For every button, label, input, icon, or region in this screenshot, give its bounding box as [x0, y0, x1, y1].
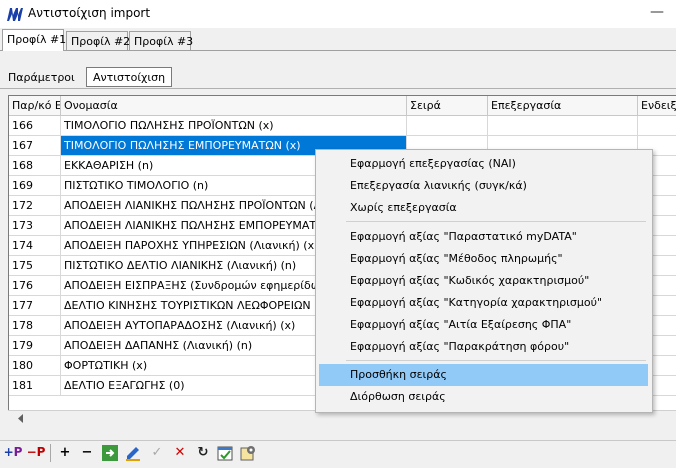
- menu-item-edit-series[interactable]: Διόρθωση σειράς: [319, 386, 648, 408]
- close-icon[interactable]: —: [650, 4, 664, 20]
- column-header-name[interactable]: Ονομασία: [61, 96, 407, 116]
- inner-tab-border: [0, 88, 676, 89]
- menu-item-no-processing[interactable]: Χωρίς επεξεργασία: [319, 197, 648, 219]
- cell-code[interactable]: 177: [9, 296, 61, 316]
- cell-code[interactable]: 176: [9, 276, 61, 296]
- cancel-icon[interactable]: ✕: [170, 443, 190, 463]
- table-row[interactable]: 166 ΤΙΜΟΛΟΓΙΟ ΠΩΛΗΣΗΣ ΠΡΟΪΟΝΤΩΝ (x): [9, 116, 676, 136]
- tab-strip-border: [0, 50, 676, 51]
- tab-profile-2[interactable]: Προφίλ #2: [66, 31, 130, 50]
- tab-parameters[interactable]: Παράμετροι: [8, 71, 75, 84]
- cell-code[interactable]: 166: [9, 116, 61, 136]
- menu-item-apply-classification-code[interactable]: Εφαρμογή αξίας "Κωδικός χαρακτηρισμού": [319, 270, 648, 292]
- cell-code[interactable]: 180: [9, 356, 61, 376]
- column-header-series[interactable]: Σειρά: [407, 96, 488, 116]
- cell-code[interactable]: 178: [9, 316, 61, 336]
- tab-mapping[interactable]: Αντιστοίχιση: [86, 67, 173, 87]
- remove-profile-icon[interactable]: −P: [25, 443, 47, 463]
- menu-item-apply-classification-category[interactable]: Εφαρμογή αξίας "Κατηγορία χαρακτηρισμού": [319, 292, 648, 314]
- cell-code[interactable]: 179: [9, 336, 61, 356]
- cell-code[interactable]: 174: [9, 236, 61, 256]
- remove-icon[interactable]: −: [77, 443, 97, 463]
- cell-code[interactable]: 172: [9, 196, 61, 216]
- cell-code[interactable]: 169: [9, 176, 61, 196]
- edit-icon[interactable]: [124, 444, 142, 462]
- refresh-icon[interactable]: ↻: [193, 443, 213, 463]
- column-header-processing[interactable]: Επεξεργασία: [488, 96, 638, 116]
- import-icon[interactable]: [101, 444, 119, 462]
- confirm-icon[interactable]: ✓: [147, 443, 167, 463]
- tab-profile-1[interactable]: Προφίλ #1: [2, 29, 66, 51]
- column-header-indication[interactable]: Ενδειξη: [638, 96, 676, 116]
- app-logo-icon: [7, 8, 23, 21]
- window-title: Αντιστοίχιση import: [28, 6, 151, 20]
- toolbar-separator: [50, 444, 51, 462]
- add-icon[interactable]: +: [55, 443, 75, 463]
- menu-item-retail-processing[interactable]: Επεξεργασία λιανικής (συγκ/κά): [319, 175, 648, 197]
- scroll-left-icon[interactable]: [12, 411, 29, 426]
- tab-profile-3[interactable]: Προφίλ #3: [129, 31, 193, 50]
- menu-item-apply-processing-yes[interactable]: Εφαρμογή επεξεργασίας (ΝΑΙ): [319, 153, 648, 175]
- menu-item-apply-vat-exemption[interactable]: Εφαρμογή αξίας "Αιτία Εξαίρεσης ΦΠΑ": [319, 314, 648, 336]
- cell-code[interactable]: 175: [9, 256, 61, 276]
- cell-code[interactable]: 181: [9, 376, 61, 396]
- menu-separator: [346, 221, 646, 222]
- context-menu: Εφαρμογή επεξεργασίας (ΝΑΙ) Επεξεργασία …: [315, 149, 653, 413]
- settings-icon[interactable]: [239, 444, 257, 462]
- cell-code[interactable]: 173: [9, 216, 61, 236]
- cell-processing[interactable]: [488, 116, 638, 136]
- cell-series[interactable]: [407, 116, 488, 136]
- cell-indication[interactable]: [638, 116, 676, 136]
- cell-code[interactable]: 167: [9, 136, 61, 156]
- menu-item-apply-mydata-document[interactable]: Εφαρμογή αξίας "Παραστατικό myDATA": [319, 226, 648, 248]
- menu-item-apply-payment-method[interactable]: Εφαρμογή αξίας "Μέθοδος πληρωμής": [319, 248, 648, 270]
- add-profile-icon[interactable]: +P: [2, 443, 24, 463]
- menu-separator: [346, 360, 646, 361]
- menu-item-apply-withholding-tax[interactable]: Εφαρμογή αξίας "Παρακράτηση φόρου": [319, 336, 648, 358]
- cell-code[interactable]: 168: [9, 156, 61, 176]
- cell-name[interactable]: ΤΙΜΟΛΟΓΙΟ ΠΩΛΗΣΗΣ ΠΡΟΪΟΝΤΩΝ (x): [61, 116, 407, 136]
- menu-item-add-series[interactable]: Προσθήκη σειράς: [319, 364, 648, 386]
- column-header-code[interactable]: Παρ/κό Ε: [9, 96, 61, 116]
- apply-icon[interactable]: [216, 444, 234, 462]
